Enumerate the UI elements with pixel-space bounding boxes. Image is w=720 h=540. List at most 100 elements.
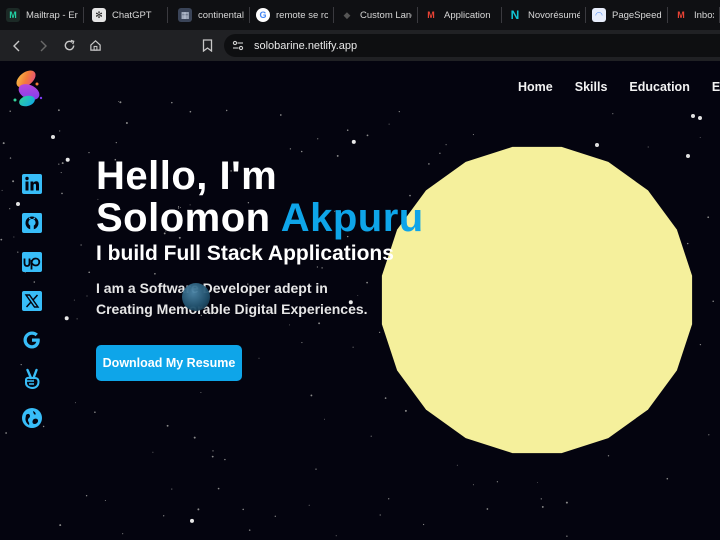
google-link[interactable] [21, 328, 43, 351]
browser-tab[interactable]: ◆ Custom Lanc [334, 0, 418, 30]
star [86, 295, 88, 297]
star [212, 450, 214, 452]
star [351, 139, 356, 144]
browser-tab[interactable]: ✻ ChatGPT [84, 0, 168, 30]
star [13, 236, 15, 238]
star [486, 508, 489, 510]
site-logo[interactable] [10, 67, 46, 111]
star [9, 157, 12, 159]
star [607, 455, 610, 457]
upwork-link[interactable] [21, 250, 43, 273]
star [190, 518, 194, 523]
star [189, 110, 192, 113]
star [691, 114, 695, 118]
download-resume-button[interactable]: Download My Resume [96, 345, 242, 381]
browser-tab[interactable]: M Application [418, 0, 502, 30]
pagespeed-icon: ◠ [592, 8, 606, 22]
star [193, 436, 196, 439]
star [94, 411, 96, 413]
linkedin-icon [22, 173, 42, 194]
bookmark-button[interactable] [194, 33, 220, 59]
back-button[interactable] [4, 33, 30, 59]
star [698, 116, 702, 120]
sun-illustration [381, 146, 693, 454]
nav-education[interactable]: Education [629, 80, 689, 94]
home-icon [89, 40, 101, 51]
url-text[interactable]: solobarine.netlify.app [254, 40, 357, 52]
star [225, 109, 228, 112]
site-settings-icon[interactable] [232, 40, 244, 51]
mailtrap-icon: M [6, 8, 20, 22]
hero-tagline: I build Full Stack Applications [96, 242, 394, 265]
globe-icon [22, 407, 42, 428]
star [211, 455, 214, 458]
nav-home[interactable]: Home [518, 80, 553, 94]
main-nav: Home Skills Education Exp [518, 80, 720, 94]
star [115, 142, 117, 144]
star [315, 468, 317, 470]
browser-tab[interactable]: ▦ continental_ [168, 0, 250, 30]
star [2, 142, 5, 145]
nav-experience[interactable]: Exp [712, 80, 720, 94]
x-twitter-link[interactable] [21, 289, 43, 312]
star [666, 477, 669, 480]
star [59, 524, 62, 527]
star [456, 464, 458, 466]
star [300, 150, 303, 153]
star [335, 535, 337, 537]
novoresume-icon: N [510, 8, 520, 22]
star [61, 162, 64, 165]
planet-decoration [182, 283, 210, 311]
star [565, 501, 568, 504]
star [171, 488, 173, 490]
github-link[interactable] [21, 211, 43, 234]
star [612, 113, 614, 115]
star [472, 484, 474, 486]
address-bar[interactable]: solobarine.netlify.app [224, 34, 720, 57]
portfolio-page: Home Skills Education Exp [0, 61, 720, 540]
browser-tab[interactable]: N Novorésumé [502, 0, 586, 30]
browser-tab[interactable]: M Mailtrap - Er [0, 0, 84, 30]
star [317, 138, 319, 140]
star [224, 458, 226, 461]
star [540, 498, 542, 500]
star [289, 148, 292, 150]
browser-tab[interactable]: G remote se rc [250, 0, 334, 30]
star [472, 134, 474, 136]
browser-tab[interactable]: ◠ PageSpeed [586, 0, 668, 30]
reload-icon [64, 39, 75, 51]
forward-button[interactable] [30, 33, 56, 59]
peace-hand-icon [25, 368, 40, 389]
star [346, 129, 349, 131]
star [171, 101, 173, 104]
custom-icon: ◆ [343, 9, 351, 20]
star [301, 342, 303, 344]
star [279, 114, 282, 116]
star [104, 499, 106, 502]
website-link[interactable] [21, 406, 43, 429]
hero-section: Hello, I'm Solomon Akpuru I build Full S… [96, 155, 424, 381]
browser-tab[interactable]: M Inbox ( [668, 0, 720, 30]
star [712, 300, 714, 303]
star [323, 418, 325, 420]
star [366, 134, 369, 137]
star [541, 505, 544, 508]
home-button[interactable] [82, 33, 108, 59]
star [73, 299, 75, 301]
reload-button[interactable] [56, 33, 82, 59]
star [58, 109, 60, 112]
portfolio-hand-link[interactable] [21, 367, 43, 390]
star [1, 189, 3, 191]
chevron-right-icon [40, 40, 47, 51]
star [88, 271, 91, 274]
google-icon: G [256, 8, 270, 22]
star [217, 487, 220, 490]
linkedin-link[interactable] [21, 172, 43, 195]
nav-skills[interactable]: Skills [575, 80, 608, 94]
social-links [21, 172, 43, 429]
chevron-left-icon [13, 40, 20, 51]
star [119, 101, 122, 104]
star [74, 402, 76, 404]
star [51, 135, 55, 139]
browser-toolbar: solobarine.netlify.app [0, 30, 720, 61]
